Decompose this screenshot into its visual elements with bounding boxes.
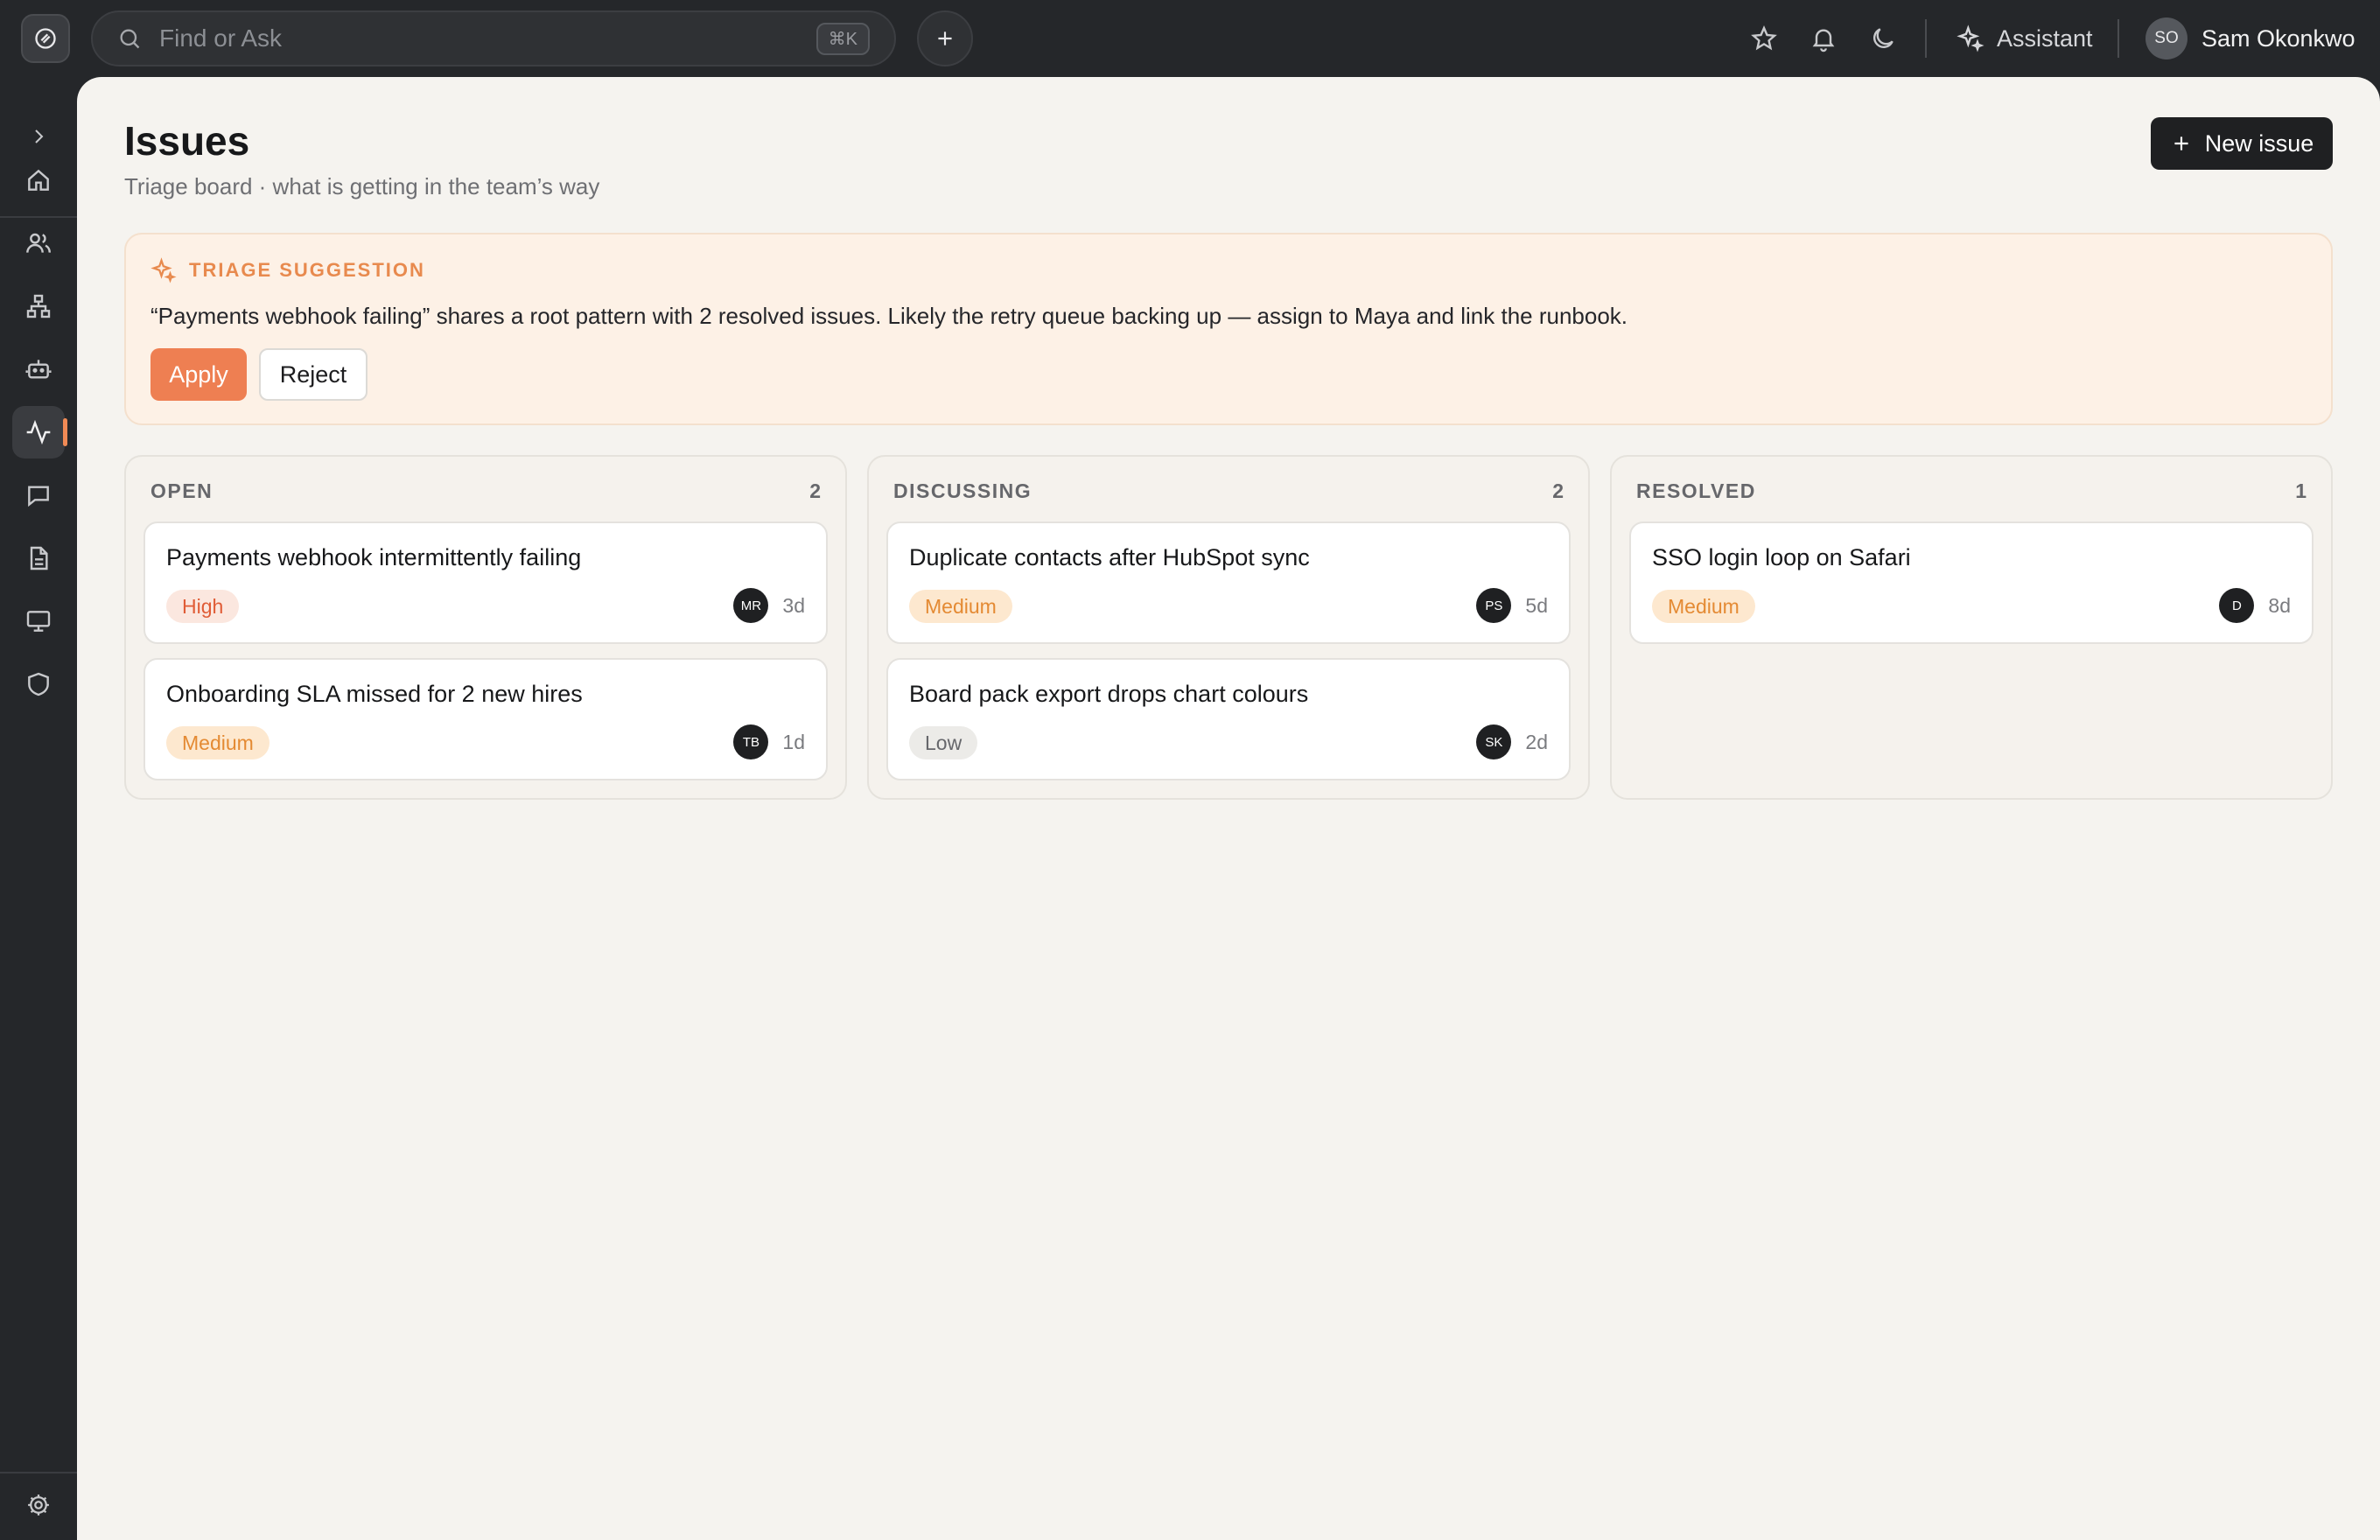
priority-badge: Medium <box>166 726 270 760</box>
sidebar-item-people[interactable] <box>12 217 65 270</box>
gear-icon <box>28 1494 49 1516</box>
issue-age: 5d <box>1525 593 1548 617</box>
triage-suggestion-panel: TRIAGE SUGGESTION “Payments webhook fail… <box>124 233 2333 425</box>
page-subtitle: Triage board · what is getting in the te… <box>124 173 600 200</box>
star-icon <box>1751 24 1777 51</box>
issue-title: Duplicate contacts after HubSpot sync <box>909 544 1310 570</box>
topbar-divider <box>2118 19 2119 58</box>
notifications-button[interactable] <box>1806 21 1841 56</box>
app-logo[interactable] <box>21 14 70 63</box>
plus-icon <box>2174 136 2188 150</box>
issue-title: Payments webhook intermittently failing <box>166 544 582 570</box>
issue-card[interactable]: Duplicate contacts after HubSpot sync Me… <box>886 522 1571 644</box>
favorites-button[interactable] <box>1746 21 1782 56</box>
column-count: 1 <box>2295 480 2306 502</box>
issue-title: Board pack export drops chart colours <box>909 681 1309 707</box>
issue-card[interactable]: SSO login loop on Safari Medium D 8d <box>1629 522 2314 644</box>
sidebar-item-documents[interactable] <box>12 532 65 584</box>
bot-icon <box>25 360 52 379</box>
user-name: Sam Okonkwo <box>2202 24 2356 52</box>
issue-card[interactable]: Onboarding SLA missed for 2 new hires Me… <box>144 658 828 780</box>
sidebar-item-security[interactable] <box>12 658 65 710</box>
sidebar-item-devices[interactable] <box>12 595 65 648</box>
issue-title: Onboarding SLA missed for 2 new hires <box>166 681 583 707</box>
issue-card[interactable]: Payments webhook intermittently failing … <box>144 522 828 644</box>
issue-age: 2d <box>1525 730 1548 753</box>
issue-age: 8d <box>2268 593 2291 617</box>
sidebar-item-settings[interactable] <box>12 1479 65 1531</box>
plus-icon <box>938 32 952 46</box>
theme-toggle-button[interactable] <box>1866 21 1900 56</box>
sidebar-item-issues[interactable] <box>12 406 65 458</box>
assistant-label: Assistant <box>1997 24 2093 52</box>
new-issue-button[interactable]: New issue <box>2151 117 2333 170</box>
search-bar[interactable]: Find or Ask ⌘K <box>91 10 896 66</box>
sidebar-item-org[interactable] <box>12 280 65 332</box>
user-menu[interactable]: SO Sam Okonkwo <box>2146 16 2356 61</box>
issue-title: SSO login loop on Safari <box>1652 544 1911 570</box>
assignee-avatar: D <box>2219 588 2255 623</box>
sparkle-icon <box>150 257 177 284</box>
column-open: OPEN 2 Payments webhook intermittently f… <box>124 455 847 800</box>
logo-icon <box>35 28 56 49</box>
column-count: 2 <box>809 480 821 502</box>
column-discussing: DISCUSSING 2 Duplicate contacts after Hu… <box>867 455 1590 800</box>
column-title: RESOLVED <box>1636 480 1756 502</box>
sidebar-divider <box>0 1472 77 1474</box>
suggestion-label: TRIAGE SUGGESTION <box>189 259 425 281</box>
chevron-right-icon <box>35 130 44 144</box>
column-count: 2 <box>1552 480 1564 502</box>
activity-icon <box>26 419 51 445</box>
suggestion-header: TRIAGE SUGGESTION <box>150 257 425 284</box>
monitor-icon <box>26 611 51 632</box>
column-resolved: RESOLVED 1 SSO login loop on Safari Medi… <box>1610 455 2333 800</box>
sidebar-item-agents[interactable] <box>12 343 65 396</box>
assignee-avatar: TB <box>733 724 769 760</box>
sidebar <box>0 77 77 1540</box>
assignee-avatar: MR <box>733 588 769 623</box>
issue-age: 1d <box>782 730 805 753</box>
priority-badge: High <box>166 590 240 623</box>
search-icon <box>120 29 140 49</box>
home-icon <box>28 169 49 191</box>
org-chart-icon <box>26 294 51 318</box>
shield-icon <box>28 672 49 696</box>
priority-badge: Medium <box>1652 590 1755 623</box>
users-icon <box>26 233 51 253</box>
sidebar-item-messages[interactable] <box>12 469 65 522</box>
column-title: OPEN <box>150 480 214 502</box>
moon-icon <box>1873 28 1894 48</box>
assistant-button[interactable]: Assistant <box>1956 18 2093 60</box>
document-icon <box>30 546 48 570</box>
priority-badge: Medium <box>909 590 1012 623</box>
topbar-divider <box>1925 19 1927 58</box>
active-indicator <box>63 418 67 446</box>
main-content: Issues Triage board · what is getting in… <box>77 77 2380 1540</box>
new-issue-label: New issue <box>2204 130 2314 157</box>
assignee-avatar: SK <box>1476 724 1512 760</box>
chat-icon <box>28 486 49 508</box>
reject-button[interactable]: Reject <box>259 348 368 401</box>
search-shortcut-badge: ⌘K <box>816 22 870 55</box>
avatar: SO <box>2146 18 2188 60</box>
search-input[interactable]: Find or Ask <box>159 24 816 52</box>
suggestion-text: “Payments webhook failing” shares a root… <box>150 303 1628 329</box>
sparkle-icon <box>1956 24 1984 52</box>
issue-age: 3d <box>782 593 805 617</box>
assignee-avatar: PS <box>1476 588 1512 623</box>
issue-card[interactable]: Board pack export drops chart colours Lo… <box>886 658 1571 780</box>
page-title: Issues <box>124 118 250 164</box>
column-title: DISCUSSING <box>893 480 1032 502</box>
bell-icon <box>1812 29 1835 52</box>
top-bar: Find or Ask ⌘K Assistant SO Sam Okonkwo <box>0 0 2380 77</box>
quick-add-button[interactable] <box>917 10 973 66</box>
apply-button[interactable]: Apply <box>150 348 247 401</box>
sidebar-item-home[interactable] <box>12 154 65 206</box>
priority-badge: Low <box>909 726 978 760</box>
